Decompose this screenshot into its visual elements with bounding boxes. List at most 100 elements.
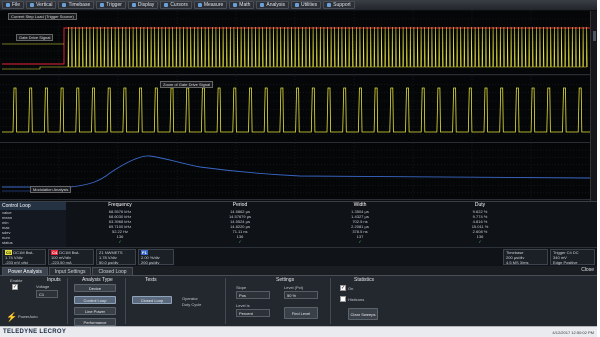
dialog-tabs: Power Analysis Input Settings Closed Loo… — [0, 266, 597, 275]
operator-value[interactable]: Duty Cycle — [182, 302, 201, 307]
menu-trigger[interactable]: Trigger — [96, 1, 126, 9]
trigger-icon — [100, 3, 105, 7]
current-step-load-label: Current Step Load (Trigger Source) — [8, 13, 77, 20]
zoom-descriptor[interactable]: Z1 NWMETS 1.78 V/div 50.0 µs/div — [96, 249, 136, 265]
divider — [125, 278, 126, 324]
status-check-icon: ✓ — [478, 239, 482, 244]
menu-label: Analysis — [266, 2, 286, 8]
tab-closed-loop[interactable]: Closed Loop — [92, 267, 133, 275]
divider — [225, 278, 226, 324]
c1-descriptor[interactable]: C1 DC1M BwL 1.74 V/div -233 mV ofst — [2, 249, 46, 265]
timebase-line-1: 4.5 MS 3/ms — [506, 260, 529, 265]
status-check-icon: ✓ — [358, 239, 362, 244]
gate-drive-label: Gate Drive Signal — [16, 34, 54, 41]
menu-label: Trigger — [106, 2, 122, 8]
find-level-button[interactable]: Find Level — [284, 307, 318, 319]
measurement-column-frequency[interactable]: Frequency 68.5576 kHz 68.6030 kHz 63.3968 k… — [80, 202, 160, 248]
trigger-descriptor[interactable]: Trigger C4 DC 340 mV Edge Positive — [550, 249, 595, 265]
stats-on-checkbox[interactable]: ✓ — [340, 285, 346, 291]
menu-utilities[interactable]: Utilities — [291, 1, 322, 9]
c4-descriptor[interactable]: C4 DC1M BwL 100 mV/div -223.50 mA — [48, 249, 94, 265]
measure-icon — [197, 3, 202, 7]
menu-measure[interactable]: Measure — [193, 1, 228, 9]
waveform-pane-top[interactable]: Current Step Load (Trigger Source) Gate … — [0, 11, 597, 75]
track-line-2: 200 µs/div — [141, 260, 160, 265]
brand-logo: TELEDYNE LECROY — [3, 329, 67, 335]
zoom-line-2: 50.0 µs/div — [99, 260, 119, 265]
histicons-checkbox[interactable] — [340, 296, 346, 302]
menu-label: Vertical — [36, 2, 53, 8]
menu-vertical[interactable]: Vertical — [26, 1, 57, 9]
close-button[interactable]: Close — [581, 267, 594, 273]
measurement-column-period[interactable]: Period 14.5862 µs 14.57679 µs 14.5524 µs 14.… — [200, 202, 280, 248]
menu-label: Display — [137, 2, 155, 8]
analysis-type-title: Analysis Type — [82, 277, 113, 283]
waveform-pane-track[interactable]: Modulation Analysis — [0, 143, 597, 200]
measurement-row-label: status — [2, 240, 13, 245]
timebase-icon — [62, 3, 67, 7]
power-auto-icon: ⚡ — [6, 312, 18, 322]
track-waveform-graph — [0, 143, 590, 200]
menu-label: File — [12, 2, 21, 8]
menu-file[interactable]: File — [2, 1, 25, 9]
zoom-label: Zoom of Gate Drive Signal — [160, 81, 214, 88]
performance-button[interactable]: Performance — [74, 318, 116, 326]
menu-label: Timebase — [68, 2, 91, 8]
menu-display[interactable]: Display — [127, 1, 159, 9]
scroll-thumb[interactable] — [593, 31, 596, 41]
clear-sweeps-button[interactable]: Clear Sweeps — [348, 308, 378, 320]
level-label: Level (Pct) — [284, 285, 304, 290]
level-is-label: Level is — [236, 303, 250, 308]
menu-cursors[interactable]: Cursors — [160, 1, 192, 9]
enable-checkbox[interactable]: ✓ — [12, 284, 18, 290]
device-button[interactable]: Device — [74, 284, 116, 292]
c4-line-2: -223.50 mA — [51, 260, 72, 265]
column-header: Frequency — [108, 202, 132, 208]
inputs-title: Inputs — [47, 277, 61, 283]
menu-label: Cursors — [170, 2, 188, 8]
voltage-label: Voltage — [36, 284, 50, 289]
column-header: Period — [232, 202, 248, 208]
tab-power-analysis[interactable]: Power Analysis — [2, 267, 48, 275]
menu-label: Measure — [203, 2, 224, 8]
menu-label: Math — [239, 2, 251, 8]
trigger-line-2: Edge Positive — [553, 260, 578, 265]
power-analysis-dialog: Enable ✓ ⚡ PowerAuto Inputs Voltage C1 A… — [0, 275, 597, 326]
status-check-icon: ✓ — [118, 239, 122, 244]
enable-label: Enable — [10, 278, 23, 283]
waveform-pane-zoom[interactable]: Zoom of Gate Drive Signal — [0, 76, 597, 143]
support-icon — [327, 3, 332, 7]
power-auto-label[interactable]: PowerAuto — [18, 314, 38, 319]
menu-analysis[interactable]: Analysis — [256, 1, 290, 9]
slope-field[interactable]: Pos — [236, 291, 270, 299]
menu-timebase[interactable]: Timebase — [58, 1, 95, 9]
top-waveform-graph — [0, 11, 590, 75]
timestamp: 4/12/2017 12:50:02 PM — [552, 330, 594, 335]
vertical-icon — [30, 3, 35, 7]
settings-title: Settings — [276, 277, 295, 283]
menu-math[interactable]: Math — [229, 1, 255, 9]
measurement-column-duty[interactable]: Duty 9.622 % 9.774 % 4.816 % 15.011 % 2.608 %… — [440, 202, 520, 248]
zoom-waveform-graph — [0, 76, 590, 143]
measurement-table: Control Loop value mean min max sdev num statu… — [0, 201, 597, 248]
right-scrollbar[interactable] — [590, 11, 597, 201]
menu-support[interactable]: Support — [323, 1, 355, 9]
closed-loop-test-button[interactable]: Closed Loop — [132, 296, 172, 304]
math-icon — [233, 3, 238, 7]
level-field[interactable]: 50 % — [284, 291, 318, 299]
divider — [330, 278, 331, 324]
control-loop-button[interactable]: Control Loop — [74, 296, 116, 304]
status-check-icon: ✓ — [238, 239, 242, 244]
voltage-field[interactable]: C1 — [36, 290, 58, 298]
line-power-button[interactable]: Line Power — [74, 307, 116, 315]
modulation-analysis-label: Modulation Analysis — [30, 186, 72, 193]
tab-input-settings[interactable]: Input Settings — [48, 267, 92, 275]
footer-bar: TELEDYNE LECROY 4/12/2017 12:50:02 PM — [0, 326, 597, 337]
timebase-descriptor[interactable]: Timebase 200 µs/div 4.5 MS 3/ms — [503, 249, 548, 265]
track-descriptor[interactable]: F1 2.00 %/div 200 µs/div — [138, 249, 174, 265]
measurement-column-width[interactable]: Width 1.3504 µs 1.4327 µs 702.5 ns 2.2081 µs… — [320, 202, 400, 248]
measurement-title: Control Loop — [0, 202, 66, 210]
trigger-line-0: C4 DC — [566, 250, 579, 255]
level-is-field[interactable]: Percent — [236, 309, 270, 317]
divider — [67, 278, 68, 324]
